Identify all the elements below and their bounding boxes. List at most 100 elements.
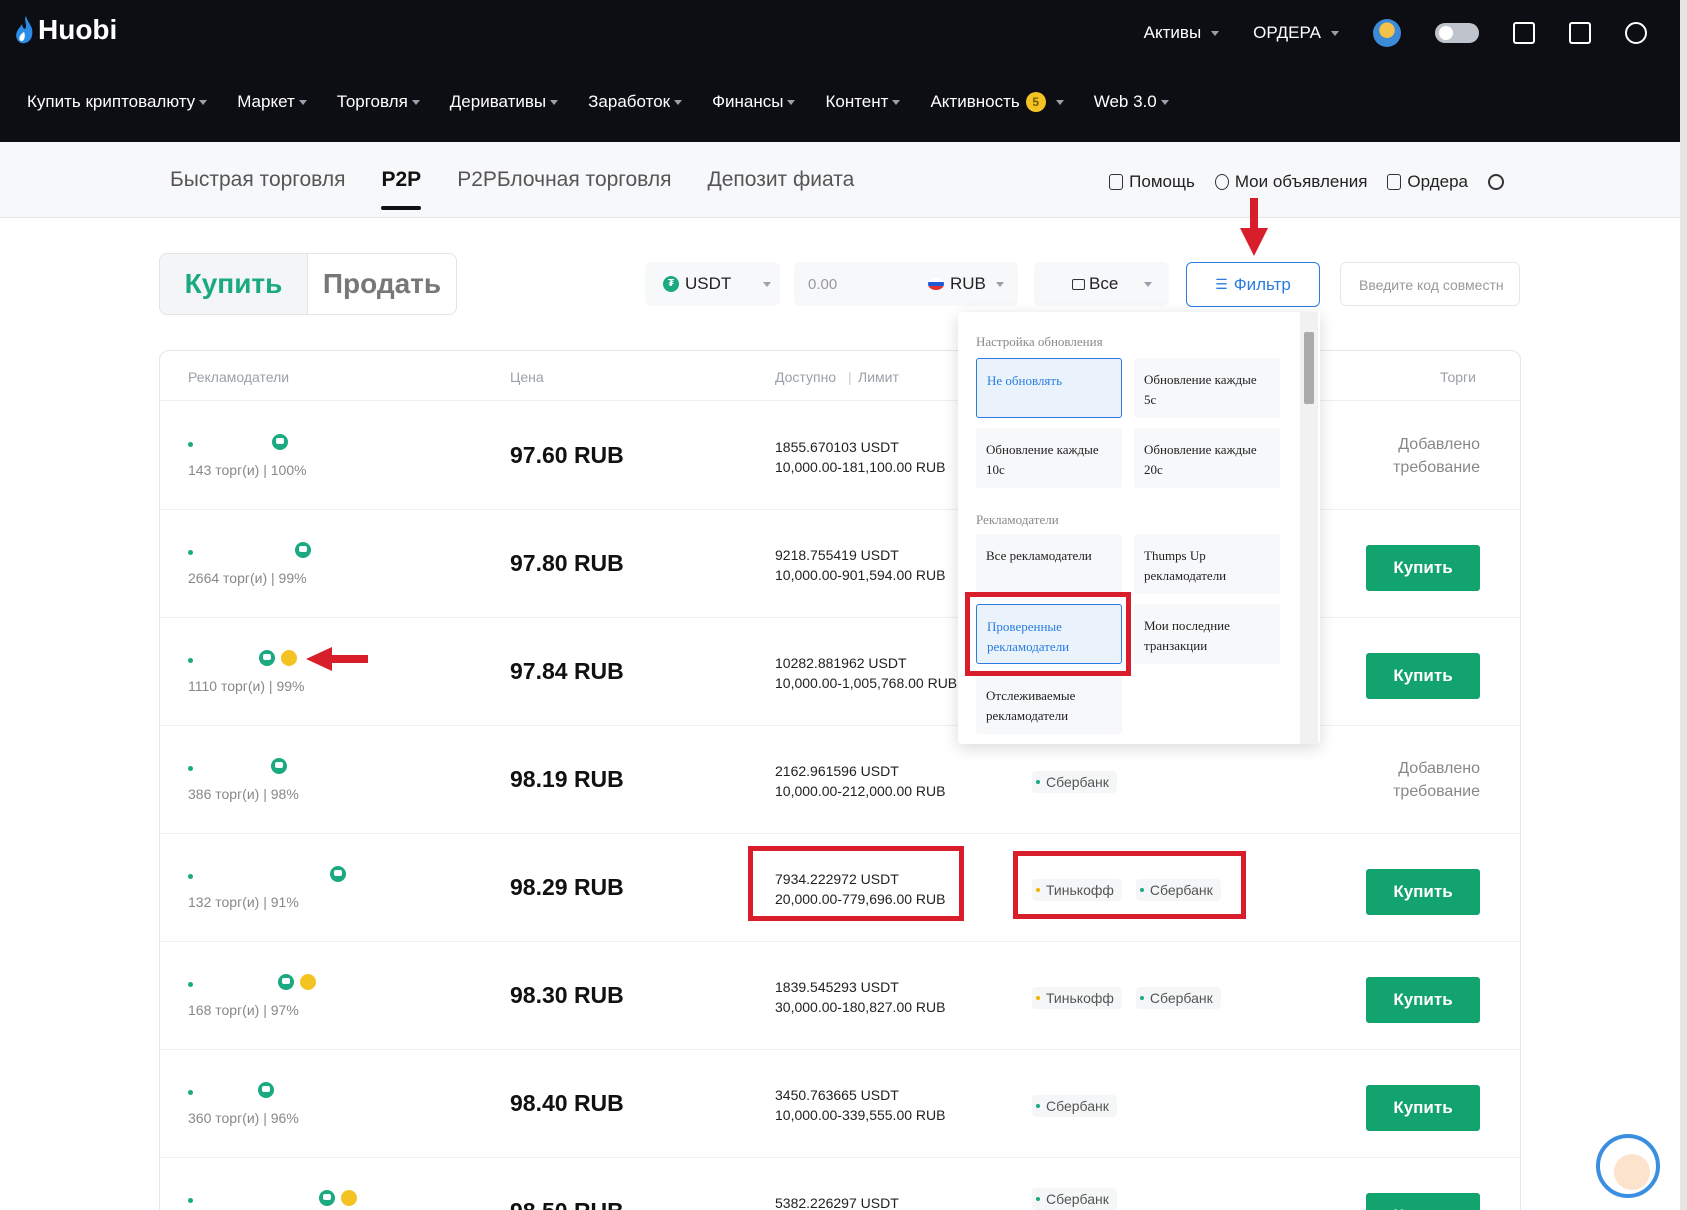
verified-badge-icon [330, 866, 346, 882]
coin-label: USDT [685, 274, 732, 293]
card-icon [1072, 278, 1085, 290]
online-dot [188, 874, 193, 879]
advertiser-stats: 1110 торг(и) | 99% [188, 678, 305, 694]
nav-web3[interactable]: Web 3.0 [1094, 92, 1169, 112]
refresh-option-10s[interactable]: Обновление каждые 10с [976, 428, 1122, 488]
advertisers-option-all[interactable]: Все рекламодатели [976, 534, 1122, 594]
advertisers-option-recent[interactable]: Мои последние транзакции [1134, 604, 1280, 664]
orders-menu[interactable]: ОРДЕРА [1253, 23, 1339, 43]
advertiser-stats: 2664 торг(и) | 99% [188, 570, 307, 586]
theme-toggle[interactable] [1435, 23, 1479, 43]
available-amount: 1839.545293 USDT [775, 979, 899, 995]
requirement-added: Добавлено требование [1325, 433, 1480, 479]
filter-icon: ☰ [1215, 276, 1228, 292]
page-scrollbar[interactable] [1680, 0, 1687, 1210]
cooperation-code-input[interactable]: Введите код совместн [1340, 262, 1520, 306]
tab-fiat-deposit[interactable]: Депозит фиата [707, 168, 854, 210]
user-avatar[interactable] [1373, 19, 1401, 47]
header-trade: Торги [1440, 369, 1476, 385]
verified-badge-icon [319, 1190, 335, 1206]
nav-label: Маркет [237, 92, 295, 111]
settings-gear-icon[interactable] [1488, 174, 1504, 190]
buy-tab[interactable]: Купить [160, 254, 308, 314]
logo-text: Huobi [38, 14, 118, 45]
nav-activity[interactable]: Активность 5 [930, 92, 1064, 112]
online-dot [188, 1090, 193, 1095]
huobi-logo[interactable]: Huobi [14, 14, 117, 46]
my-ads-link[interactable]: Мои объявления [1214, 172, 1368, 192]
nav-finance[interactable]: Финансы [712, 92, 796, 112]
scrollbar-thumb[interactable] [1304, 332, 1314, 404]
payment-label: Сбербанк [1046, 774, 1109, 790]
tab-p2p[interactable]: P2P [381, 168, 421, 210]
notifications-icon[interactable] [1513, 22, 1535, 44]
nav-earn[interactable]: Заработок [588, 92, 683, 112]
language-icon[interactable] [1625, 22, 1647, 44]
download-app-icon[interactable] [1569, 22, 1591, 44]
refresh-settings-title: Настройка обновления [976, 334, 1103, 349]
tab-quick-trade[interactable]: Быстрая торговля [170, 168, 345, 210]
nav-market[interactable]: Маркет [237, 92, 307, 112]
buy-button[interactable]: Купить [1366, 869, 1480, 915]
subnav-links: Помощь Мои объявления Ордера [1109, 172, 1504, 192]
help-label: Помощь [1129, 172, 1195, 191]
sell-tab[interactable]: Продать [308, 254, 456, 314]
payment-select[interactable]: Все [1034, 262, 1169, 306]
amount-input[interactable]: 0.00 RUB [794, 262, 1018, 306]
tab-p2p-block[interactable]: P2PБлочная торговля [457, 168, 671, 210]
assets-menu[interactable]: Активы [1144, 23, 1220, 43]
availability: 1855.670103 USDT 10,000.00-181,100.00 RUB [775, 437, 945, 477]
buy-button[interactable]: Купить [1366, 545, 1480, 591]
sber-dot [1036, 1197, 1040, 1201]
coin-select[interactable]: ₮ USDT [645, 262, 780, 306]
orders-link[interactable]: Ордера [1387, 172, 1468, 192]
header-advertisers: Рекламодатели [188, 369, 290, 385]
verified-badge-icon [271, 758, 287, 774]
available-amount: 3450.763665 USDT [775, 1087, 899, 1103]
filter-button[interactable]: ☰ Фильтр [1186, 262, 1320, 307]
top-right-menu: Активы ОРДЕРА [1144, 18, 1647, 48]
requirement-label: требование [1393, 783, 1480, 800]
nav-content[interactable]: Контент [825, 92, 901, 112]
buy-button[interactable]: Купить [1366, 1085, 1480, 1131]
help-link[interactable]: Помощь [1109, 172, 1195, 192]
payment-label: Сбербанк [1046, 1098, 1109, 1114]
buy-button[interactable]: Купить [1366, 653, 1480, 699]
annotation-arrow-down-icon [1240, 198, 1268, 256]
chevron-down-icon [763, 281, 772, 287]
buy-button[interactable]: Купить [1366, 977, 1480, 1023]
refresh-option-none[interactable]: Не обновлять [976, 358, 1122, 418]
nav-buy-crypto[interactable]: Купить криптовалюту [27, 92, 208, 112]
support-chat-avatar[interactable] [1596, 1134, 1660, 1198]
nav-label: Деривативы [449, 92, 547, 111]
dropdown-scrollbar[interactable] [1300, 312, 1318, 744]
table-row: 98.50 RUB 5382.226297 USDT Сбербанк Купи… [160, 1158, 1520, 1210]
usdt-icon: ₮ [663, 276, 679, 292]
nav-label: Web 3.0 [1093, 92, 1157, 111]
price: 97.84 RUB [510, 658, 624, 684]
fiat-label[interactable]: RUB [950, 274, 986, 294]
nav-derivatives[interactable]: Деривативы [449, 92, 559, 112]
list-icon [1387, 174, 1402, 190]
availability: 3450.763665 USDT 10,000.00-339,555.00 RUB [775, 1085, 945, 1125]
added-label: Добавлено [1398, 760, 1480, 777]
thumbs-up-badge-icon [341, 1190, 357, 1206]
filter-dropdown: Настройка обновления Не обновлять Обновл… [958, 312, 1320, 744]
payment-label: Сбербанк [1046, 1191, 1109, 1207]
verified-badge-icon [258, 1082, 274, 1098]
refresh-option-5s[interactable]: Обновление каждые 5с [1134, 358, 1280, 418]
payment-methods: Сбербанк [1032, 771, 1117, 793]
assets-label: Активы [1143, 23, 1202, 42]
advertisers-option-thumbs-up[interactable]: Thumps Up рекламодатели [1134, 534, 1280, 594]
buy-button[interactable]: Купить [1366, 1193, 1480, 1210]
tinkoff-dot [1036, 996, 1040, 1000]
nav-trading[interactable]: Торговля [337, 92, 420, 112]
limit-range: 30,000.00-180,827.00 RUB [775, 999, 946, 1015]
amount-placeholder: 0.00 [808, 275, 838, 293]
sber-dot [1036, 780, 1040, 784]
limit-range: 10,000.00-1,005,768.00 RUB [775, 675, 958, 691]
advertisers-option-followed[interactable]: Отслеживаемые рекламодатели [976, 674, 1122, 734]
verified-badge-icon [272, 434, 288, 450]
refresh-option-20s[interactable]: Обновление каждые 20с [1134, 428, 1280, 488]
my-ads-label: Мои объявления [1234, 172, 1368, 191]
